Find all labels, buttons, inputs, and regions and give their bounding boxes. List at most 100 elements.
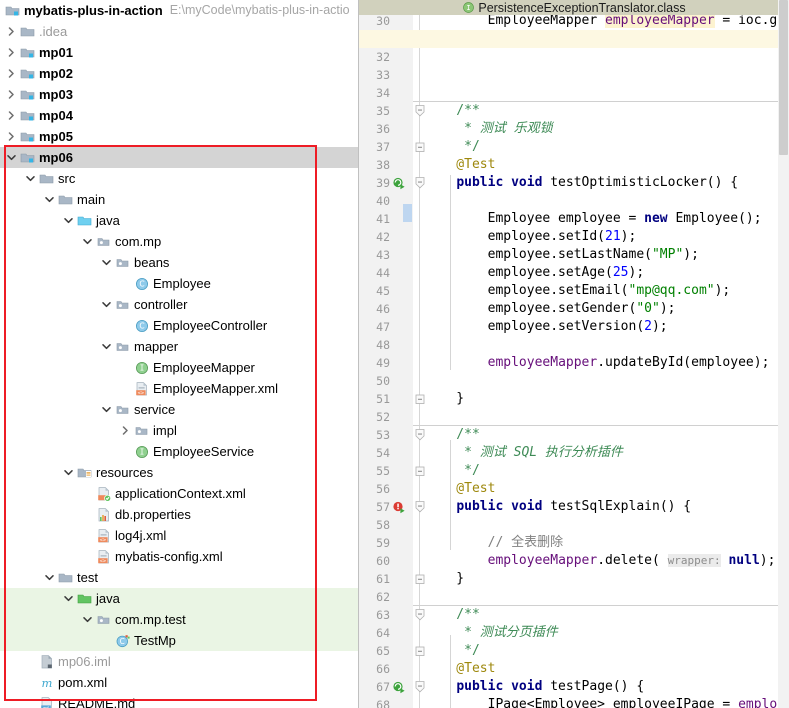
tree-row[interactable]: impl xyxy=(0,420,359,441)
fold-marker-open[interactable] xyxy=(414,426,425,444)
tree-row[interactable]: java xyxy=(0,588,359,609)
tree-row[interactable]: com.mp xyxy=(0,231,359,252)
code-line[interactable]: */ xyxy=(425,138,480,156)
chevron-right-icon[interactable] xyxy=(4,105,19,126)
project-scrollbar-track[interactable] xyxy=(778,0,789,708)
chevron-down-icon[interactable] xyxy=(80,609,95,630)
fold-marker-open[interactable] xyxy=(414,678,425,696)
code-line[interactable]: /** xyxy=(425,606,480,624)
tree-row[interactable]: mapper xyxy=(0,336,359,357)
code-line[interactable]: employeeMapper.updateById(employee); xyxy=(425,354,769,372)
fold-marker-end[interactable] xyxy=(414,570,425,588)
chevron-right-icon[interactable] xyxy=(4,63,19,84)
chevron-right-icon[interactable] xyxy=(118,420,133,441)
code-line[interactable]: employee.setLastName("MP"); xyxy=(425,246,699,264)
chevron-down-icon[interactable] xyxy=(61,588,76,609)
code-line[interactable]: IPage<Employee> employeeIPage = employ xyxy=(425,696,785,708)
code-line[interactable]: public void testPage() { xyxy=(425,678,644,696)
chevron-down-icon[interactable] xyxy=(42,189,57,210)
chevron-down-icon[interactable] xyxy=(23,168,38,189)
code-line[interactable]: employee.setEmail("mp@qq.com"); xyxy=(425,282,730,300)
fold-marker-end[interactable] xyxy=(414,642,425,660)
project-scrollbar-thumb[interactable] xyxy=(779,0,788,155)
fold-marker-open[interactable] xyxy=(414,498,425,516)
code-line[interactable]: } xyxy=(425,390,464,408)
tree-row[interactable]: <>mybatis-config.xml xyxy=(0,546,359,567)
tree-row[interactable]: mp01 xyxy=(0,42,359,63)
chevron-down-icon[interactable] xyxy=(61,210,76,231)
tree-row[interactable]: main xyxy=(0,189,359,210)
chevron-down-icon[interactable] xyxy=(99,399,114,420)
tree-row[interactable]: IEmployeeService xyxy=(0,441,359,462)
run-green-icon[interactable] xyxy=(392,680,406,694)
code-line[interactable]: } xyxy=(425,570,464,588)
code-line[interactable]: employee.setAge(25); xyxy=(425,264,644,282)
tree-row[interactable]: mpom.xml xyxy=(0,672,359,693)
tree-row[interactable]: src xyxy=(0,168,359,189)
tree-row[interactable]: mp06.iml xyxy=(0,651,359,672)
project-tree[interactable]: mybatis-plus-in-actionE:\myCode\mybatis-… xyxy=(0,0,359,708)
tree-row[interactable]: IEmployeeMapper xyxy=(0,357,359,378)
tree-row[interactable]: mp03 xyxy=(0,84,359,105)
code-line[interactable]: /** xyxy=(425,102,480,120)
chevron-right-icon[interactable] xyxy=(4,84,19,105)
tree-row[interactable]: test xyxy=(0,567,359,588)
chevron-down-icon[interactable] xyxy=(61,462,76,483)
tree-row[interactable]: .idea xyxy=(0,21,359,42)
panel-divider[interactable] xyxy=(358,0,359,708)
chevron-right-icon[interactable] xyxy=(4,42,19,63)
code-line[interactable]: public void testOptimisticLocker() { xyxy=(425,174,738,192)
tree-row[interactable]: <>log4j.xml xyxy=(0,525,359,546)
code-line[interactable]: /** xyxy=(425,426,480,444)
tree-row[interactable]: com.mp.test xyxy=(0,609,359,630)
code-line[interactable]: * 测试 SQL 执行分析插件 xyxy=(425,444,623,462)
code-line[interactable]: Employee employee = new Employee(); xyxy=(425,210,762,228)
chevron-down-icon[interactable] xyxy=(99,252,114,273)
tree-row[interactable]: CTestMp xyxy=(0,630,359,651)
tree-row[interactable]: applicationContext.xml xyxy=(0,483,359,504)
code-line[interactable]: employee.setGender("0"); xyxy=(425,300,675,318)
tab-persistence-exception-translator[interactable]: I PersistenceExceptionTranslator.class xyxy=(456,0,691,15)
fold-marker-end[interactable] xyxy=(414,462,425,480)
chevron-down-icon[interactable] xyxy=(80,231,95,252)
code-line[interactable]: * 测试分页插件 xyxy=(425,624,558,642)
code-line[interactable]: * 测试 乐观锁 xyxy=(425,120,553,138)
chevron-down-icon[interactable] xyxy=(42,567,57,588)
run-red-icon[interactable] xyxy=(392,500,406,514)
chevron-down-icon[interactable] xyxy=(99,336,114,357)
fold-marker-open[interactable] xyxy=(414,606,425,624)
code-line[interactable]: public void testSqlExplain() { xyxy=(425,498,691,516)
project-tool-window[interactable]: mybatis-plus-in-actionE:\myCode\mybatis-… xyxy=(0,0,359,708)
chevron-right-icon[interactable] xyxy=(4,126,19,147)
code-line[interactable]: EmployeeMapper employeeMapper = ioc.getB… xyxy=(425,15,789,30)
code-line[interactable]: @Test xyxy=(425,156,495,174)
tree-row[interactable]: mp02 xyxy=(0,63,359,84)
run-green-icon[interactable] xyxy=(392,176,406,190)
code-line[interactable]: @Test xyxy=(425,660,495,678)
code-line[interactable]: @Test xyxy=(425,480,495,498)
tree-row[interactable]: service xyxy=(0,399,359,420)
code-line[interactable]: // 全表删除 xyxy=(425,534,563,552)
tree-row[interactable]: java xyxy=(0,210,359,231)
fold-marker-end[interactable] xyxy=(414,138,425,156)
tree-row[interactable]: controller xyxy=(0,294,359,315)
tree-row[interactable]: CEmployee xyxy=(0,273,359,294)
tree-row[interactable]: mp06 xyxy=(0,147,359,168)
code-line[interactable]: employee.setVersion(2); xyxy=(425,318,668,336)
tree-row[interactable]: <>EmployeeMapper.xml xyxy=(0,378,359,399)
tree-row[interactable]: mp05 xyxy=(0,126,359,147)
tree-row[interactable]: resources xyxy=(0,462,359,483)
code-editor[interactable]: 3031323334353637383940414243444546474849… xyxy=(359,15,789,708)
tree-row[interactable]: CEmployeeController xyxy=(0,315,359,336)
tree-row[interactable]: beans xyxy=(0,252,359,273)
tree-row[interactable]: mp04 xyxy=(0,105,359,126)
fold-marker-open[interactable] xyxy=(414,174,425,192)
code-line[interactable]: */ xyxy=(425,462,480,480)
code-line[interactable]: employeeMapper.delete( wrapper: null); xyxy=(425,552,775,570)
fold-marker-end[interactable] xyxy=(414,390,425,408)
chevron-right-icon[interactable] xyxy=(4,21,19,42)
code-line[interactable]: */ xyxy=(425,642,480,660)
tree-row[interactable]: mdREADME.md xyxy=(0,693,359,708)
chevron-down-icon[interactable] xyxy=(99,294,114,315)
fold-marker-open[interactable] xyxy=(414,102,425,120)
